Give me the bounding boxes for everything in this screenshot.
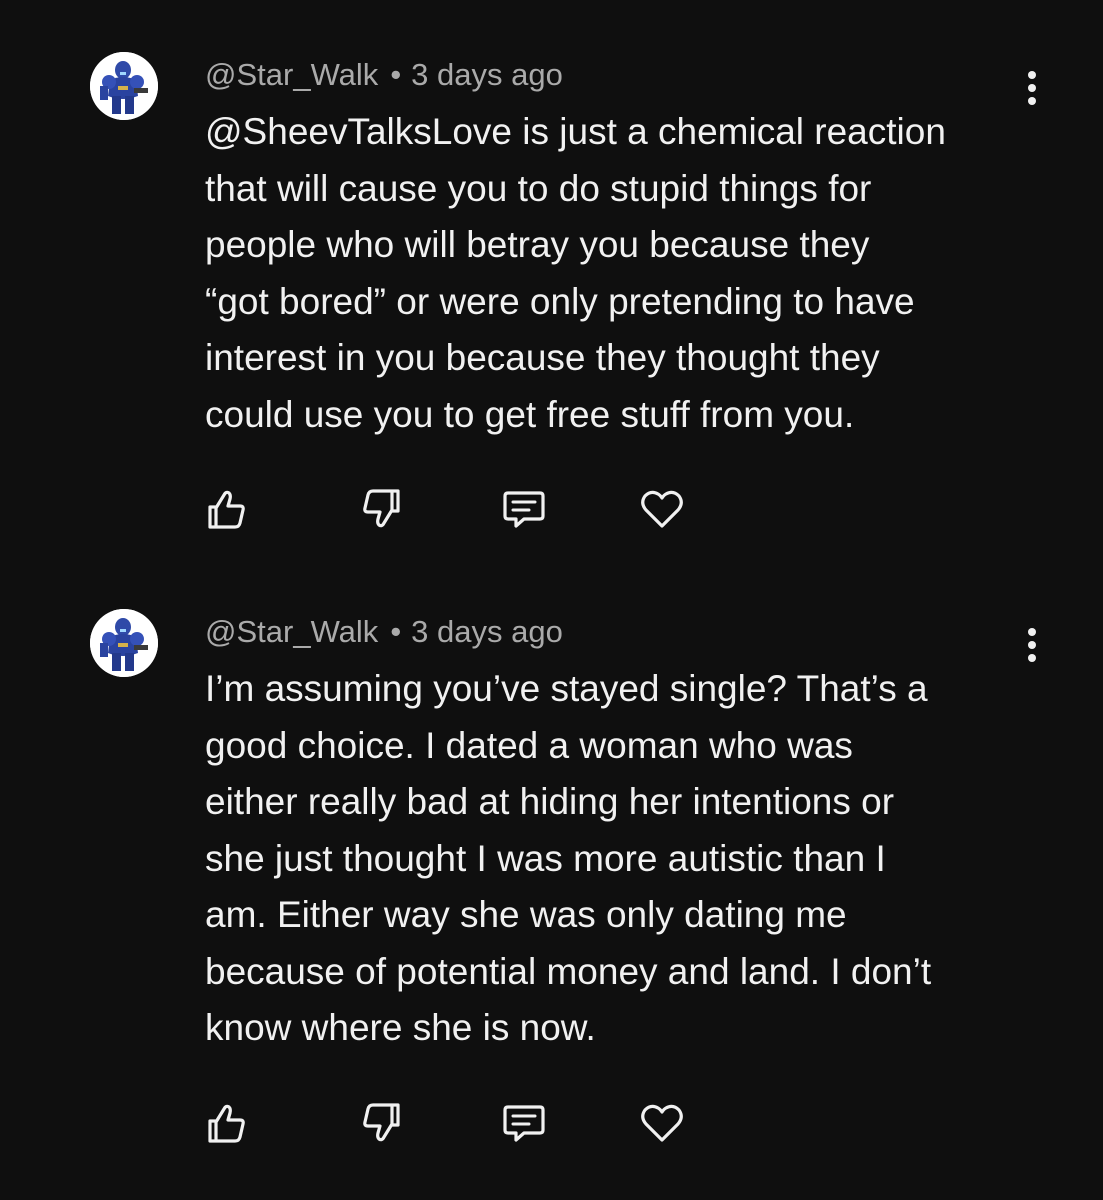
armored-soldier-avatar-icon — [90, 609, 158, 677]
comment-thread-item: @Star_Walk • 3 days ago @SheevTalksLove is… — [0, 0, 1103, 560]
heart-button[interactable] — [634, 481, 690, 537]
reply-button[interactable] — [496, 481, 552, 537]
thumbs-up-icon — [208, 490, 245, 529]
comment-thread-item: @Star_Walk • 3 days ago I’m assuming you’v… — [0, 557, 1103, 1200]
comment-header: @Star_Walk • 3 days ago — [205, 613, 563, 651]
dislike-button[interactable] — [354, 481, 410, 537]
like-button[interactable] — [198, 1095, 254, 1151]
more-vertical-icon — [1028, 628, 1036, 662]
comment-text: @SheevTalksLove is just a chemical react… — [205, 111, 946, 435]
thumbs-down-icon — [363, 1103, 400, 1142]
armored-soldier-avatar-icon — [90, 52, 158, 120]
reply-button[interactable] — [496, 1095, 552, 1151]
heart-icon — [641, 490, 683, 528]
like-button[interactable] — [198, 481, 254, 537]
author-avatar[interactable] — [90, 609, 158, 677]
comment-header: @Star_Walk • 3 days ago — [205, 56, 563, 94]
more-vertical-icon — [1028, 71, 1036, 105]
author-name[interactable]: @Star_Walk — [205, 57, 378, 92]
thumbs-down-icon — [363, 489, 400, 528]
separator-dot: • — [390, 57, 402, 92]
reply-icon — [503, 491, 545, 528]
author-avatar[interactable] — [90, 52, 158, 120]
heart-button[interactable] — [634, 1095, 690, 1151]
heart-icon — [641, 1104, 683, 1142]
reply-icon — [503, 1105, 545, 1142]
separator-dot: • — [390, 614, 402, 649]
comment-time[interactable]: 3 days ago — [411, 614, 563, 649]
comment-text: I’m assuming you’ve stayed single? That’… — [205, 668, 932, 1048]
dislike-button[interactable] — [354, 1095, 410, 1151]
comment-action-menu-button[interactable] — [1012, 625, 1052, 665]
author-name[interactable]: @Star_Walk — [205, 614, 378, 649]
comment-time[interactable]: 3 days ago — [411, 57, 563, 92]
comment-action-menu-button[interactable] — [1012, 68, 1052, 108]
thumbs-up-icon — [208, 1104, 245, 1143]
